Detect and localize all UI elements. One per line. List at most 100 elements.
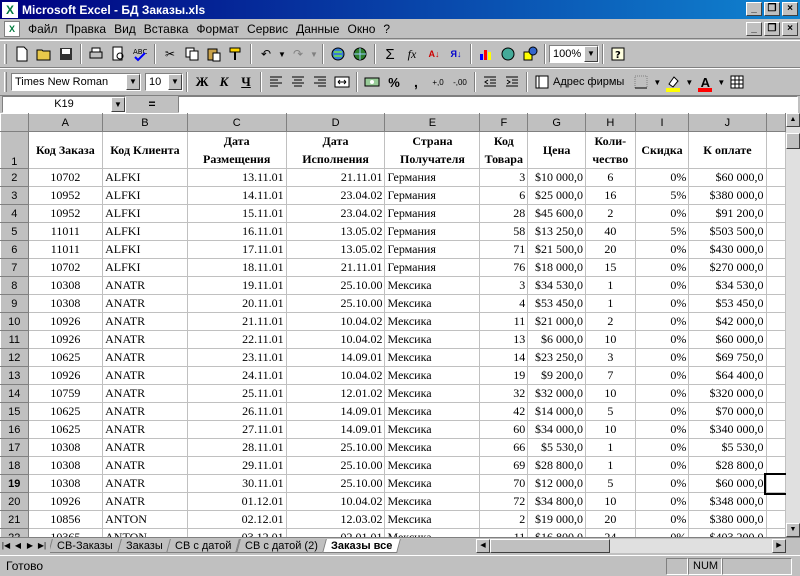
cell[interactable]: 25.10.00 bbox=[285, 474, 386, 493]
cell[interactable]: $45 600,0 bbox=[527, 204, 586, 223]
cell[interactable]: $19 000,0 bbox=[527, 510, 586, 529]
empty-cell[interactable] bbox=[765, 186, 786, 205]
cell[interactable]: 11011 bbox=[27, 240, 104, 259]
sort-descending-icon[interactable]: Я↓ bbox=[445, 43, 467, 65]
column-header[interactable]: B bbox=[102, 113, 188, 132]
cell[interactable]: 23.04.02 bbox=[285, 186, 386, 205]
cell[interactable]: $28 800,0 bbox=[527, 456, 586, 475]
cell[interactable]: 10308 bbox=[27, 294, 104, 313]
empty-cell[interactable] bbox=[765, 131, 786, 169]
cell[interactable]: 10926 bbox=[27, 312, 104, 331]
column-header[interactable]: J bbox=[688, 113, 767, 132]
next-sheet-icon[interactable]: ▶ bbox=[24, 539, 36, 553]
cell[interactable]: ANATR bbox=[102, 402, 188, 421]
row-header[interactable]: 10 bbox=[0, 312, 29, 331]
empty-cell[interactable] bbox=[765, 168, 786, 187]
cell[interactable]: 10.04.02 bbox=[285, 366, 386, 385]
cell[interactable]: 15.11.01 bbox=[186, 204, 287, 223]
chevron-down-icon[interactable]: ▼ bbox=[111, 96, 125, 112]
minimize-button[interactable]: _ bbox=[746, 2, 762, 16]
drawing-icon[interactable] bbox=[519, 43, 541, 65]
cell[interactable]: 24 bbox=[585, 528, 636, 537]
cell[interactable]: 14 bbox=[479, 348, 529, 367]
cell[interactable]: 2 bbox=[585, 204, 636, 223]
cell[interactable]: 0% bbox=[634, 510, 690, 529]
cell[interactable]: 11011 bbox=[27, 222, 104, 241]
empty-cell[interactable] bbox=[765, 240, 786, 259]
cell[interactable]: $69 750,0 bbox=[688, 348, 767, 367]
cell[interactable]: ANATR bbox=[102, 366, 188, 385]
empty-cell[interactable] bbox=[765, 330, 786, 349]
header-cell[interactable]: Дата Исполнения bbox=[285, 131, 386, 169]
underline-button[interactable]: Ч bbox=[235, 71, 257, 93]
cell[interactable]: $53 450,0 bbox=[688, 294, 767, 313]
cell[interactable]: Мексика bbox=[384, 510, 481, 529]
cell[interactable]: ANATR bbox=[102, 348, 188, 367]
cell[interactable]: 0% bbox=[634, 330, 690, 349]
row-header[interactable]: 5 bbox=[0, 222, 29, 241]
row-header[interactable]: 8 bbox=[0, 276, 29, 295]
cell[interactable]: 32 bbox=[479, 384, 529, 403]
cell[interactable]: ANATR bbox=[102, 420, 188, 439]
select-all-corner[interactable] bbox=[0, 113, 29, 132]
cell[interactable]: $21 000,0 bbox=[527, 312, 586, 331]
cell[interactable]: 22.11.01 bbox=[186, 330, 287, 349]
column-header[interactable]: H bbox=[585, 113, 636, 132]
toolbar-grip[interactable] bbox=[4, 72, 7, 92]
cell[interactable]: 58 bbox=[479, 222, 529, 241]
cell[interactable]: $25 000,0 bbox=[527, 186, 586, 205]
row-header[interactable]: 13 bbox=[0, 366, 29, 385]
menu-data[interactable]: Данные bbox=[292, 22, 343, 36]
cell[interactable]: 0% bbox=[634, 420, 690, 439]
cell[interactable]: 5% bbox=[634, 186, 690, 205]
sheet-tab[interactable]: СВ с датой bbox=[166, 538, 241, 553]
empty-cell[interactable] bbox=[765, 384, 786, 403]
align-left-icon[interactable] bbox=[265, 71, 287, 93]
empty-cell[interactable] bbox=[765, 258, 786, 277]
cell[interactable]: 17.11.01 bbox=[186, 240, 287, 259]
last-sheet-icon[interactable]: ▶| bbox=[36, 539, 48, 553]
vertical-scrollbar[interactable]: ▲ ▼ bbox=[786, 113, 800, 537]
cell[interactable]: Германия bbox=[384, 204, 481, 223]
menu-tools[interactable]: Сервис bbox=[243, 22, 292, 36]
cell[interactable]: Мексика bbox=[384, 294, 481, 313]
header-cell[interactable]: К оплате bbox=[688, 131, 767, 169]
cell[interactable]: 0% bbox=[634, 258, 690, 277]
cell[interactable]: 23.11.01 bbox=[186, 348, 287, 367]
grid-icon[interactable] bbox=[726, 71, 748, 93]
cell[interactable]: 26.11.01 bbox=[186, 402, 287, 421]
cell[interactable]: 5% bbox=[634, 222, 690, 241]
cell[interactable]: 30.11.01 bbox=[186, 474, 287, 493]
cell[interactable]: ANATR bbox=[102, 474, 188, 493]
sheet-tab[interactable]: Заказы bbox=[116, 538, 172, 553]
cell[interactable]: 10702 bbox=[27, 168, 104, 187]
cell[interactable]: Германия bbox=[384, 222, 481, 241]
cell[interactable]: 01.12.01 bbox=[186, 492, 287, 511]
cell[interactable]: $348 000,0 bbox=[688, 492, 767, 511]
cell[interactable]: 72 bbox=[479, 492, 529, 511]
horizontal-scroll-thumb[interactable] bbox=[490, 539, 610, 553]
menu-help[interactable]: ? bbox=[379, 22, 394, 36]
cell[interactable]: 71 bbox=[479, 240, 529, 259]
print-icon[interactable] bbox=[85, 43, 107, 65]
cell[interactable]: ANATR bbox=[102, 312, 188, 331]
cell[interactable]: 10759 bbox=[27, 384, 104, 403]
cell[interactable]: 13.05.02 bbox=[285, 222, 386, 241]
cell[interactable]: Мексика bbox=[384, 528, 481, 537]
cell[interactable]: 0% bbox=[634, 366, 690, 385]
cell[interactable]: ANATR bbox=[102, 294, 188, 313]
cell[interactable]: Мексика bbox=[384, 312, 481, 331]
empty-cell[interactable] bbox=[765, 312, 786, 331]
cell[interactable]: 7 bbox=[585, 366, 636, 385]
copy-icon[interactable] bbox=[181, 43, 203, 65]
fill-color-dropdown-icon[interactable]: ▼ bbox=[684, 78, 694, 87]
cell[interactable]: 69 bbox=[479, 456, 529, 475]
map-icon[interactable] bbox=[497, 43, 519, 65]
cell[interactable]: 0% bbox=[634, 312, 690, 331]
cell[interactable]: 0% bbox=[634, 348, 690, 367]
row-header[interactable]: 17 bbox=[0, 438, 29, 457]
empty-cell[interactable] bbox=[765, 528, 786, 537]
cell[interactable]: ALFKI bbox=[102, 186, 188, 205]
cell[interactable]: 6 bbox=[479, 186, 529, 205]
cell[interactable]: 76 bbox=[479, 258, 529, 277]
